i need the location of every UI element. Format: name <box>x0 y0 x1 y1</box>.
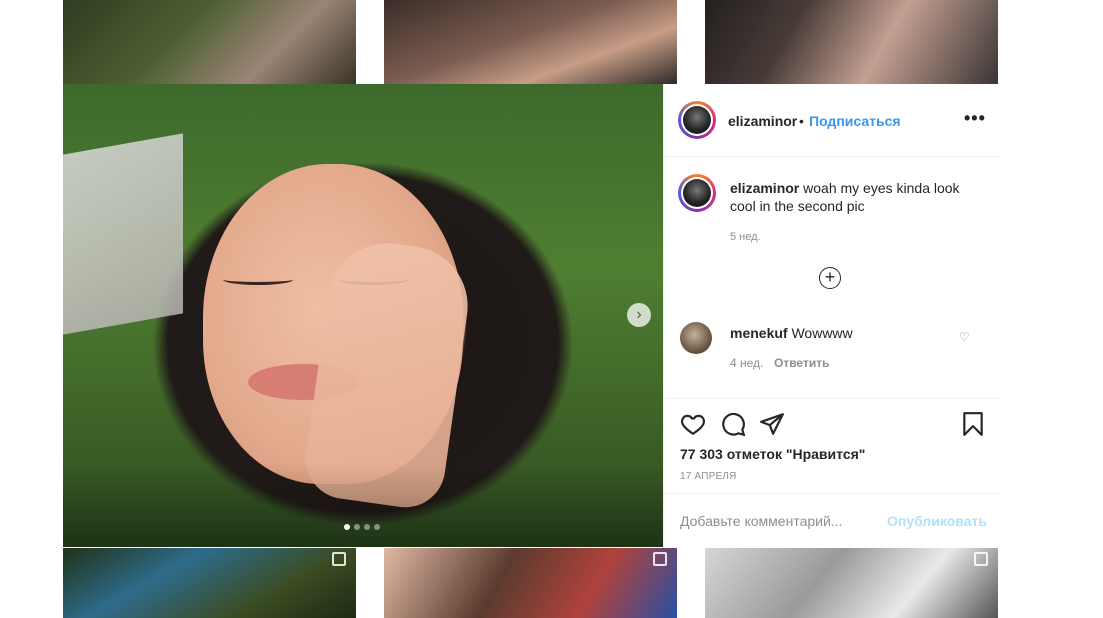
comment-body: Wowwww <box>791 325 853 341</box>
carousel-dot <box>344 524 350 530</box>
multiple-images-icon <box>974 552 988 566</box>
avatar[interactable] <box>680 322 712 354</box>
comment-text: menekuf Wowwww <box>730 325 853 341</box>
next-post-arrow[interactable]: › <box>1003 300 1033 334</box>
carousel-dot <box>374 524 380 530</box>
grid-post-thumbnail[interactable] <box>384 548 677 618</box>
comment-bubble-icon[interactable] <box>720 411 746 437</box>
post-username[interactable]: elizaminor <box>728 113 797 129</box>
comments-list[interactable]: elizaminor woah my eyes kinda look cool … <box>664 157 999 397</box>
separator-dot: • <box>799 113 804 129</box>
grid-post-thumbnail[interactable] <box>384 0 677 84</box>
carousel-dot <box>364 524 370 530</box>
comment-input[interactable] <box>680 513 880 529</box>
grid-post-thumbnail[interactable] <box>63 0 356 84</box>
grid-post-thumbnail[interactable] <box>705 548 998 618</box>
add-comment-bar: Опубликовать <box>664 493 999 548</box>
post-header: elizaminor • Подписаться ••• <box>664 84 998 157</box>
likes-count[interactable]: 77 303 отметок "Нравится" <box>680 446 865 462</box>
multiple-images-icon <box>653 552 667 566</box>
load-more-comments-icon[interactable]: + <box>819 267 841 289</box>
bookmark-icon[interactable] <box>960 411 986 437</box>
caption: elizaminor woah my eyes kinda look cool … <box>730 179 975 215</box>
previous-post-arrow[interactable]: ‹ <box>28 300 58 334</box>
grid-post-thumbnail[interactable] <box>705 0 998 84</box>
heart-icon[interactable] <box>680 411 706 437</box>
post-actions: 77 303 отметок "Нравится" 17 апреля <box>664 398 999 493</box>
post-side-panel: elizaminor • Подписаться ••• elizaminor … <box>663 84 999 548</box>
carousel-dot <box>354 524 360 530</box>
grid-post-thumbnail[interactable] <box>63 548 356 618</box>
photo-detail <box>63 133 183 335</box>
multiple-images-icon <box>332 552 346 566</box>
comment-username[interactable]: menekuf <box>730 325 788 341</box>
photo-detail <box>223 274 293 285</box>
more-options-icon[interactable]: ••• <box>964 108 986 129</box>
post-media-image[interactable]: › <box>63 84 663 547</box>
reply-button[interactable]: Ответить <box>774 356 829 370</box>
avatar[interactable] <box>678 101 716 139</box>
avatar[interactable] <box>678 174 716 212</box>
caption-username[interactable]: elizaminor <box>730 180 799 196</box>
comment-timestamp[interactable]: 4 нед. <box>730 356 763 370</box>
caption-timestamp[interactable]: 5 нед. <box>730 231 761 243</box>
paper-plane-icon[interactable] <box>759 411 785 437</box>
carousel-indicator <box>344 524 380 530</box>
carousel-next-button[interactable]: › <box>627 303 651 327</box>
photo-detail <box>63 464 663 547</box>
publish-button[interactable]: Опубликовать <box>887 513 987 529</box>
comment-like-icon[interactable]: ♡ <box>959 330 970 344</box>
follow-button[interactable]: Подписаться <box>809 113 901 129</box>
post-date[interactable]: 17 апреля <box>680 471 737 482</box>
